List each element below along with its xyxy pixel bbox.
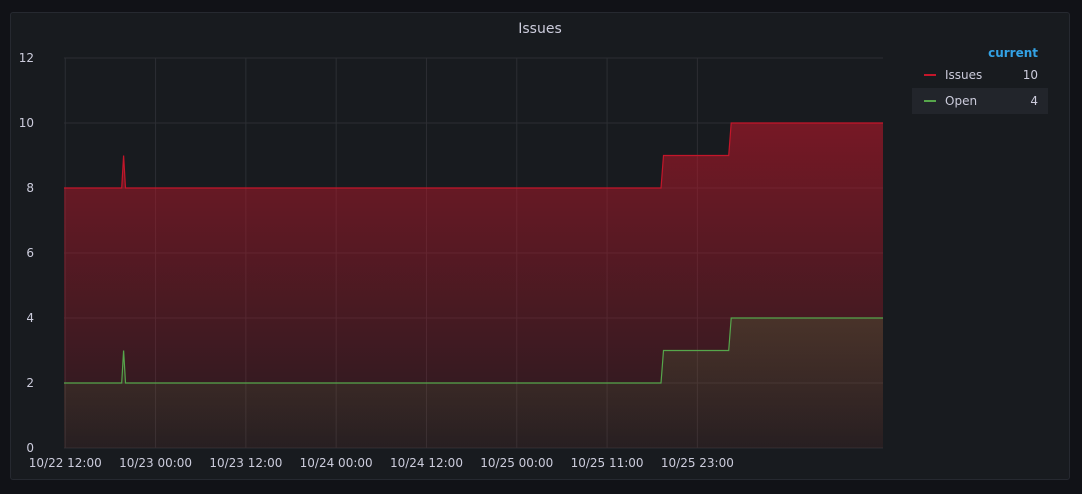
y-tick-label: 6 <box>26 246 34 260</box>
legend-swatch-issues <box>924 74 936 76</box>
y-axis: 0 2 4 6 8 10 12 <box>19 51 34 455</box>
x-tick-label: 10/24 00:00 <box>300 456 373 470</box>
x-axis: 10/22 12:00 10/23 00:00 10/23 12:00 10/24 0… <box>29 456 734 470</box>
x-tick-label: 10/22 12:00 <box>29 456 102 470</box>
x-tick-label: 10/24 12:00 <box>390 456 463 470</box>
legend-swatch-open <box>924 100 936 102</box>
y-tick-label: 10 <box>19 116 34 130</box>
x-tick-label: 10/25 11:00 <box>571 456 644 470</box>
x-tick-label: 10/25 00:00 <box>480 456 553 470</box>
legend: current Issues 10 Open 4 <box>912 44 1048 114</box>
x-tick-label: 10/23 12:00 <box>209 456 282 470</box>
series-areas <box>64 123 883 448</box>
legend-label: Issues <box>945 68 983 82</box>
legend-item-open[interactable]: Open 4 <box>912 88 1048 114</box>
x-tick-label: 10/25 23:00 <box>661 456 734 470</box>
legend-label: Open <box>945 94 978 108</box>
y-tick-label: 4 <box>26 311 34 325</box>
legend-value: 10 <box>1022 68 1038 82</box>
y-tick-label: 2 <box>26 376 34 390</box>
x-tick-label: 10/23 00:00 <box>119 456 192 470</box>
legend-item-issues[interactable]: Issues 10 <box>912 62 1048 88</box>
y-tick-label: 8 <box>26 181 34 195</box>
y-tick-label: 12 <box>19 51 34 65</box>
y-tick-label: 0 <box>26 441 34 455</box>
legend-header-current[interactable]: current <box>912 44 1048 62</box>
legend-value: 4 <box>1030 94 1038 108</box>
